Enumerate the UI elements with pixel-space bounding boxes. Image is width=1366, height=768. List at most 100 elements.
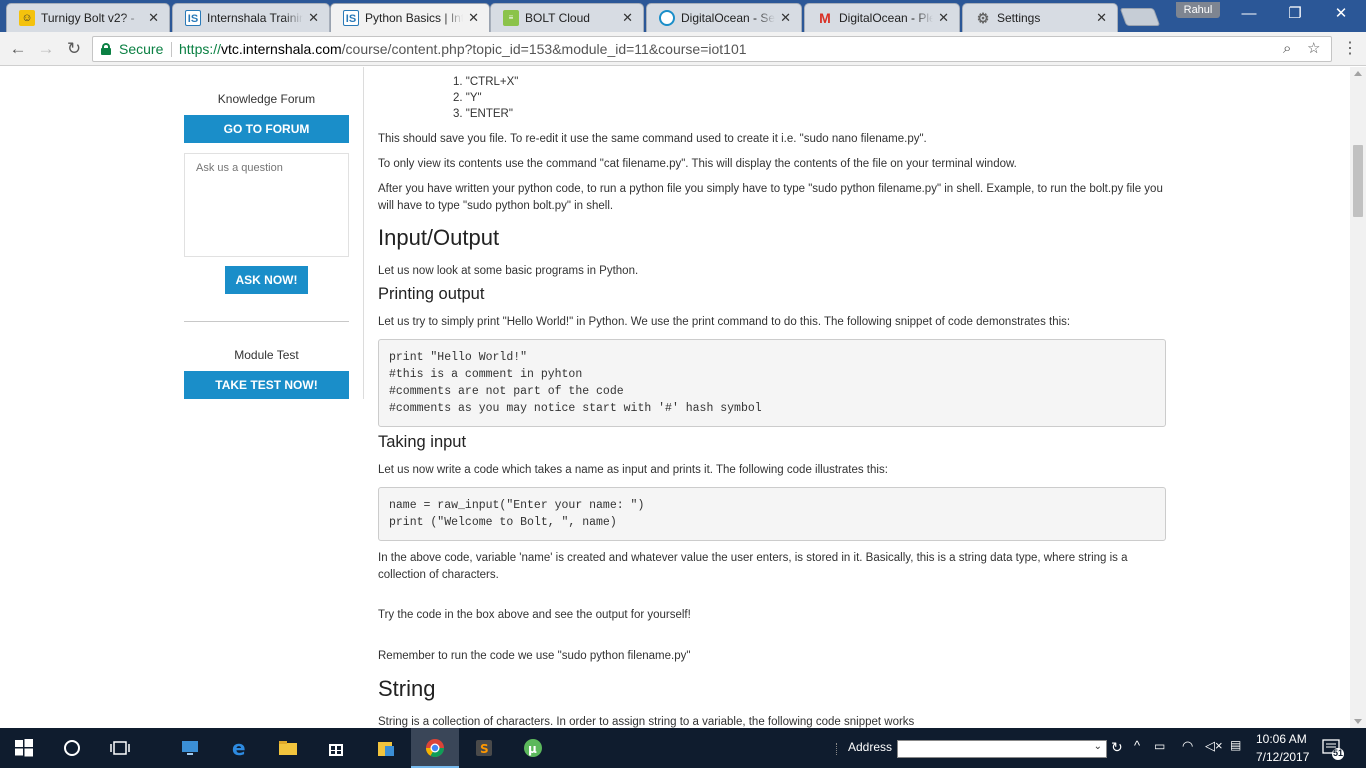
code-line: name = raw_input("Enter your name: ") (389, 499, 645, 512)
tab-bolt-cloud[interactable]: ≡ BOLT Cloud ✕ (490, 3, 644, 32)
secure-label: Secure (119, 41, 164, 57)
scrollbar-thumb[interactable] (1353, 145, 1363, 217)
close-tab-icon[interactable]: ✕ (1096, 10, 1107, 26)
paragraph-try: Try the code in the box above and see th… (378, 609, 691, 621)
chrome-menu-icon[interactable]: ⋮ (1342, 40, 1358, 58)
close-tab-icon[interactable]: ✕ (468, 10, 479, 26)
close-tab-icon[interactable]: ✕ (308, 10, 319, 26)
clock-time[interactable]: 10:06 AM (1256, 732, 1307, 746)
cortana-button[interactable] (48, 728, 96, 768)
taskbar-app-sublime[interactable]: S (460, 728, 508, 768)
list-number: 1. (453, 76, 466, 88)
paragraph-save: This should save you file. To re-edit it… (378, 133, 927, 145)
list-item: 1. "CTRL+X" (453, 74, 518, 91)
wifi-icon[interactable]: ◠ (1182, 738, 1193, 754)
tab-digitalocean-gmail[interactable]: M DigitalOcean - Ple ✕ (804, 3, 960, 32)
address-bar[interactable]: Secure https://vtc.internshala.com/cours… (92, 36, 1332, 62)
chevron-down-icon[interactable]: ⌄ (1094, 741, 1102, 752)
take-test-button[interactable]: TAKE TEST NOW! (184, 371, 349, 399)
heading-taking-input: Taking input (378, 433, 467, 451)
paragraph-io: Let us now look at some basic programs i… (378, 265, 639, 277)
reload-icon[interactable]: ↻ (64, 39, 84, 59)
battery-icon[interactable]: ▭ (1154, 739, 1165, 753)
go-to-forum-button[interactable]: GO TO FORUM (184, 115, 349, 143)
tab-settings[interactable]: ⚙ Settings ✕ (962, 3, 1118, 32)
ask-now-button[interactable]: ASK NOW! (225, 266, 308, 294)
tab-title: DigitalOcean - Ple (839, 11, 933, 25)
url-text: https://vtc.internshala.com/course/conte… (179, 37, 747, 61)
code-line: #this is a comment in pyhton (389, 368, 583, 381)
back-arrow-icon[interactable]: ← (8, 39, 28, 59)
tab-title: Settings (997, 11, 1041, 25)
module-test-heading: Module Test (234, 348, 299, 362)
list-item: 3. "ENTER" (453, 106, 513, 123)
column-divider (363, 67, 364, 399)
taskbar-app-utorrent[interactable]: µ (509, 728, 557, 768)
keyboard-icon[interactable]: ▤ (1230, 738, 1241, 752)
svg-text:µ: µ (528, 742, 537, 756)
volume-muted-icon[interactable]: ◁× (1205, 738, 1223, 754)
clock-date[interactable]: 7/12/2017 (1256, 750, 1309, 764)
minimize-icon[interactable]: — (1226, 4, 1272, 24)
taskbar-app-pc[interactable] (166, 728, 214, 768)
close-tab-icon[interactable]: ✕ (780, 10, 791, 26)
svg-text:S: S (480, 742, 489, 756)
ask-question-input[interactable] (184, 153, 349, 257)
url-path: /course/content.php?topic_id=153&module_… (341, 41, 747, 57)
page-scrollbar[interactable] (1350, 67, 1366, 728)
close-tab-icon[interactable]: ✕ (148, 10, 159, 26)
bookmark-star-icon[interactable]: ☆ (1307, 37, 1320, 61)
refresh-icon[interactable]: ↻ (1111, 739, 1123, 756)
browser-toolbar: ← → ↻ Secure https://vtc.internshala.com… (0, 32, 1366, 66)
paragraph-print: Let us try to simply print "Hello World!… (378, 316, 1071, 328)
close-tab-icon[interactable]: ✕ (938, 10, 949, 26)
scroll-down-icon[interactable] (1354, 719, 1362, 724)
taskbar-app-documents[interactable] (362, 728, 410, 768)
task-view-button[interactable] (96, 728, 144, 768)
list-number: 2. (453, 92, 466, 104)
code-line: print "Hello World!" (389, 351, 528, 364)
tab-python-basics[interactable]: IS Python Basics | Int ✕ (330, 3, 490, 32)
paragraph-run: After you have written your python code,… (378, 183, 1163, 212)
tab-turnigy-bolt[interactable]: ☺ Turnigy Bolt v2? - ✕ (6, 3, 170, 32)
taskbar-app-store[interactable] (312, 728, 360, 768)
taskbar-app-edge[interactable]: e (216, 728, 264, 768)
toolbar-grip (836, 743, 838, 755)
code-line: #comments as you may notice start with '… (389, 402, 762, 415)
edge-icon: e (232, 738, 246, 758)
taskbar-app-chrome[interactable] (411, 728, 459, 768)
action-center-button[interactable]: 51 (1322, 738, 1344, 760)
lock-icon (101, 43, 111, 55)
store-bag-icon (329, 744, 343, 756)
close-window-icon[interactable]: ✕ (1318, 4, 1364, 24)
zoom-icon[interactable]: ⌕ (1283, 37, 1291, 61)
url-host: vtc.internshala.com (221, 41, 342, 57)
internshala-icon: IS (343, 10, 359, 26)
computer-icon (182, 741, 198, 755)
new-tab-button[interactable] (1119, 8, 1161, 26)
scroll-up-icon[interactable] (1354, 71, 1362, 76)
tab-digitalocean-setup[interactable]: DigitalOcean - Set ✕ (646, 3, 802, 32)
paragraph-string: String is a collection of characters. In… (378, 716, 915, 728)
notification-count: 51 (1333, 748, 1344, 758)
show-hidden-icons-icon[interactable]: ^ (1134, 738, 1140, 753)
page-viewport: Knowledge Forum GO TO FORUM ASK NOW! Mod… (0, 67, 1350, 728)
taskbar-address-input[interactable]: ⌄ (897, 740, 1107, 758)
url-scheme: https:// (179, 41, 222, 57)
start-button[interactable] (0, 728, 48, 768)
bolt-cloud-icon: ≡ (503, 10, 519, 26)
list-item-text: "CTRL+X" (465, 76, 519, 88)
tab-internshala-training[interactable]: IS Internshala Trainin ✕ (172, 3, 330, 32)
forward-arrow-icon[interactable]: → (36, 39, 56, 59)
taskbar-app-explorer[interactable] (264, 728, 312, 768)
chrome-icon (426, 739, 444, 758)
gmail-icon: M (819, 10, 831, 26)
close-tab-icon[interactable]: ✕ (622, 10, 633, 26)
profile-badge[interactable]: Rahul (1176, 2, 1220, 18)
internshala-icon: IS (185, 10, 201, 26)
tab-title: Turnigy Bolt v2? - (41, 11, 135, 25)
forum-heading: Knowledge Forum (217, 92, 316, 106)
restore-icon[interactable]: ❐ (1272, 4, 1318, 24)
list-number: 3. (453, 108, 466, 120)
sublime-text-icon: S (476, 740, 492, 756)
